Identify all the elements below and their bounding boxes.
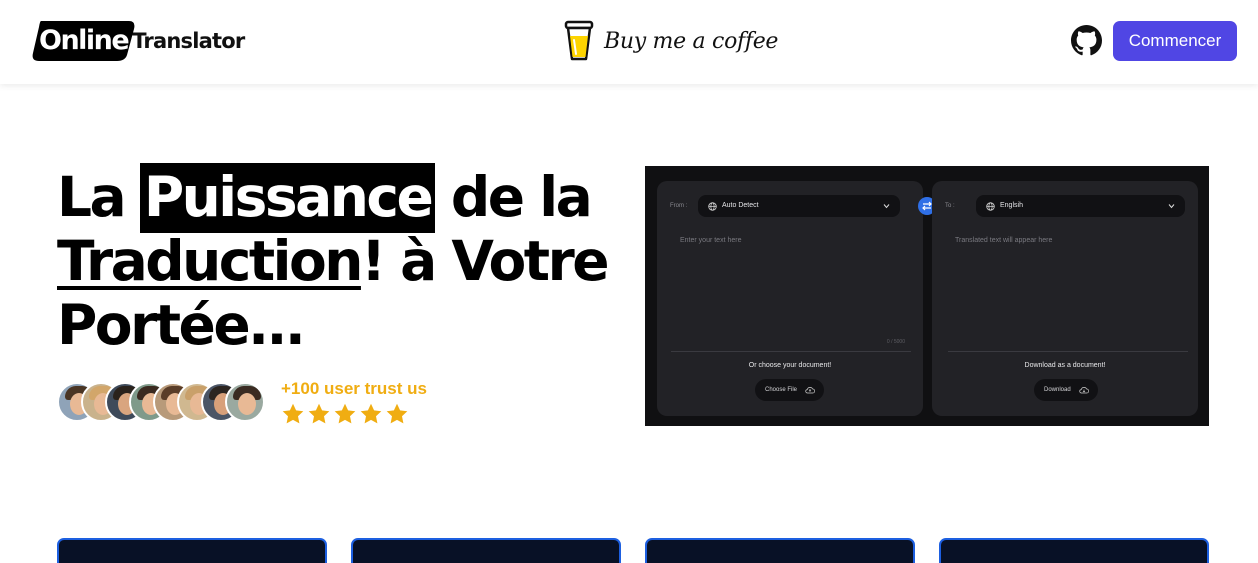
hero-title-highlight: Puissance: [139, 163, 436, 233]
chevron-down-icon: [883, 204, 890, 209]
hero-title-part1: La: [57, 165, 141, 229]
star-icon: [308, 403, 330, 424]
download-doc-text: Download as a document!: [1024, 362, 1106, 369]
source-language-select: Auto Detect: [698, 195, 900, 217]
rating-stars: [281, 402, 411, 426]
source-language-value: Auto Detect: [722, 202, 759, 209]
target-language-value: Englsih: [1000, 202, 1023, 209]
download-label: Download: [1044, 387, 1071, 393]
avatar: [225, 382, 265, 422]
globe-icon: [708, 202, 717, 211]
coffee-text: Buy me a coffee: [604, 28, 779, 54]
hero-title: La Puissance de la Traduction! à Votre P…: [57, 163, 617, 357]
start-button[interactable]: Commencer: [1113, 21, 1237, 61]
user-avatars: [57, 382, 265, 422]
source-panel: From : Auto Detect Enter your text here …: [657, 181, 923, 416]
output-placeholder: Translated text will appear here: [955, 237, 1053, 244]
divider: [671, 351, 911, 352]
feature-card[interactable]: [57, 538, 327, 563]
upload-cloud-icon: [805, 387, 815, 394]
hero-title-underline: Traduction: [57, 229, 363, 293]
logo-translator-text: Translator: [132, 29, 245, 53]
github-icon[interactable]: [1071, 25, 1102, 56]
char-count: 0 / 5000: [886, 339, 905, 345]
target-language-select: Englsih: [976, 195, 1185, 217]
coffee-cup-icon: [564, 20, 594, 61]
choose-doc-text: Or choose your document!: [748, 362, 832, 369]
globe-icon: [986, 202, 995, 211]
input-placeholder: Enter your text here: [680, 237, 742, 244]
star-icon: [282, 403, 304, 424]
target-panel: To : Englsih Translated text will appear…: [932, 181, 1198, 416]
star-icon: [334, 403, 356, 424]
trust-text: +100 user trust us: [281, 379, 427, 398]
from-label: From :: [670, 203, 688, 209]
star-icon: [360, 403, 382, 424]
feature-card[interactable]: [939, 538, 1209, 563]
choose-file-label: Choose File: [765, 387, 798, 393]
logo-online-text: Online: [39, 25, 130, 56]
buy-me-a-coffee-link[interactable]: Buy me a coffee: [564, 20, 778, 62]
app-preview: From : Auto Detect Enter your text here …: [645, 166, 1209, 426]
download-button: Download: [1034, 379, 1098, 401]
feature-card[interactable]: [645, 538, 915, 563]
feature-card[interactable]: [351, 538, 621, 563]
choose-file-button: Choose File: [755, 379, 824, 401]
download-cloud-icon: [1079, 387, 1089, 394]
logo[interactable]: Online Translator: [31, 21, 245, 61]
top-navbar: Online Translator Buy me a coffee Commen…: [0, 0, 1258, 84]
to-label: To :: [945, 203, 955, 209]
hero-title-part2: de la: [434, 165, 593, 229]
chevron-down-icon: [1168, 204, 1175, 209]
logo-online-badge: Online: [31, 21, 138, 61]
divider: [948, 351, 1188, 352]
star-icon: [386, 403, 408, 424]
